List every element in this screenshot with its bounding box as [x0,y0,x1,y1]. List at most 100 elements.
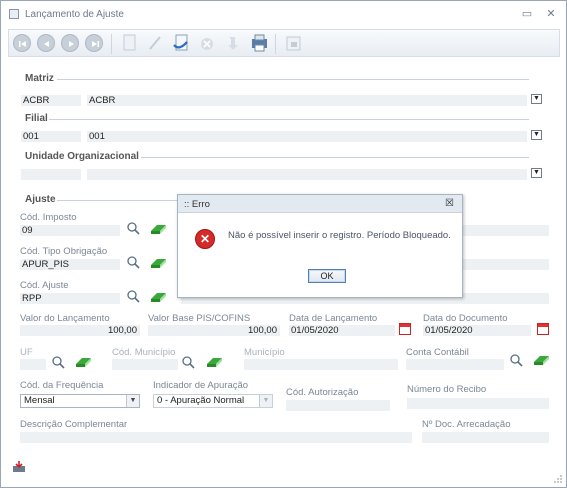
cod-tipo-obrigacao-label: Cód. Tipo Obrigação [20,246,108,257]
pencil-icon [149,36,161,50]
exit-icon[interactable] [12,461,26,473]
eraser-icon[interactable] [149,257,167,269]
divider [49,119,529,120]
new-document-icon [123,34,136,51]
printer-icon [252,34,267,52]
valor-base-field[interactable]: 100,00 [148,325,280,336]
cod-ajuste-label: Cód. Ajuste [20,280,69,291]
n-doc-arrecadacao-field[interactable] [422,432,549,443]
last-record-button[interactable] [85,34,103,52]
filial-code-field[interactable]: 001 [21,131,81,142]
section-ajuste: Ajuste [25,194,56,205]
data-documento-field[interactable]: 01/05/2020 [423,325,531,336]
unidade-name-field[interactable] [87,169,527,180]
new-button[interactable] [119,33,139,53]
eraser-icon[interactable] [532,354,550,366]
cod-municipio-field[interactable] [112,359,178,370]
first-icon [19,41,26,47]
chevron-down-icon[interactable]: ▼ [126,395,139,407]
unidade-code-field[interactable] [21,169,81,180]
municipio-field[interactable] [244,359,398,370]
resize-grip-icon[interactable] [553,474,563,484]
previous-record-button[interactable] [37,34,55,52]
section-filial: Filial [25,113,48,124]
last-icon [92,41,99,47]
search-icon[interactable] [509,353,523,367]
restore-button[interactable]: ▭ [519,6,535,22]
filial-dropdown-button[interactable]: ▼ [531,130,542,140]
eraser-icon[interactable] [205,356,223,368]
chevron-down-icon: ▼ [533,95,540,102]
chevron-down-icon[interactable]: ▼ [259,395,272,407]
cod-ajuste-field[interactable]: RPP [20,293,120,304]
calendar-icon[interactable] [537,323,549,335]
data-documento-label: Data do Documento [423,313,508,324]
print-button[interactable] [249,33,269,53]
municipio-label: Município [244,347,285,358]
toolbar-separator [111,34,112,54]
lock-button[interactable] [283,33,303,53]
search-icon[interactable] [51,355,65,369]
toolbar-separator [275,34,276,54]
uf-field[interactable] [20,359,46,370]
cod-imposto-field[interactable]: 09 [20,225,120,236]
save-confirm-button[interactable] [171,33,191,53]
previous-icon [44,41,49,47]
first-record-button[interactable] [13,34,31,52]
n-doc-arrecadacao-label: Nº Doc. Arrecadação [422,419,511,430]
search-icon[interactable] [126,221,140,235]
conta-contabil-label: Conta Contábil [406,347,469,358]
indicador-apuracao-label: Indicador de Apuração [153,380,249,391]
dialog-close-button[interactable]: ☒ [445,198,454,209]
indicador-apuracao-value: 0 - Apuração Normal [157,395,245,406]
divider [57,79,529,80]
matriz-dropdown-button[interactable]: ▼ [531,94,542,104]
eraser-icon[interactable] [149,291,167,303]
cod-tipo-obrigacao-field[interactable]: APUR_PIS [20,259,120,270]
descricao-complementar-field[interactable] [20,432,412,443]
next-record-button[interactable] [61,34,79,52]
divider [141,157,529,158]
undo-button[interactable] [223,33,243,53]
lock-icon [286,36,301,51]
indicador-apuracao-select[interactable]: 0 - Apuração Normal ▼ [153,394,273,408]
data-lancamento-field[interactable]: 01/05/2020 [289,325,395,336]
cod-tipo-obrigacao-desc-field [463,259,549,270]
cod-imposto-desc-field [463,225,549,236]
valor-lancamento-field[interactable]: 100,00 [20,325,140,336]
eraser-icon[interactable] [74,356,92,368]
cod-frequencia-label: Cód. da Frequência [20,380,104,391]
filial-name-field[interactable]: 001 [87,131,527,142]
conta-contabil-field[interactable] [406,359,504,370]
eraser-icon[interactable] [149,223,167,235]
descricao-complementar-label: Descrição Complementar [20,419,128,430]
dialog-message: Não é possível inserir o registro. Perío… [228,230,451,241]
section-matriz: Matriz [25,73,54,84]
window-icon [9,9,19,19]
main-window: Lançamento de Ajuste ▭ ✕ Matriz ACBR ACB… [0,0,567,488]
numero-recibo-label: Número do Recibo [407,384,487,395]
search-icon[interactable] [126,289,140,303]
cancel-icon [201,38,213,50]
dialog-title-bar: :: Erro ☒ [178,195,462,213]
cod-autorizacao-field[interactable] [286,400,390,411]
toolbar [8,29,560,57]
cancel-button[interactable] [197,33,217,53]
cod-frequencia-select[interactable]: Mensal ▼ [20,394,140,408]
matriz-name-field[interactable]: ACBR [87,95,527,106]
calendar-icon[interactable] [399,323,411,335]
matriz-code-field[interactable]: ACBR [21,95,81,106]
edit-button[interactable] [145,33,165,53]
ok-button[interactable]: OK [308,269,346,283]
close-button[interactable]: ✕ [543,6,559,22]
numero-recibo-field[interactable] [407,398,549,409]
cod-imposto-label: Cód. Imposto [20,212,77,223]
cod-frequencia-value: Mensal [24,395,55,406]
unidade-dropdown-button[interactable]: ▼ [531,168,542,178]
search-icon[interactable] [181,355,195,369]
search-icon[interactable] [126,255,140,269]
cod-municipio-label: Cód. Município [112,347,176,358]
status-bar [1,455,566,487]
data-lancamento-label: Data de Lançamento [289,313,378,324]
uf-label: UF [20,347,33,358]
